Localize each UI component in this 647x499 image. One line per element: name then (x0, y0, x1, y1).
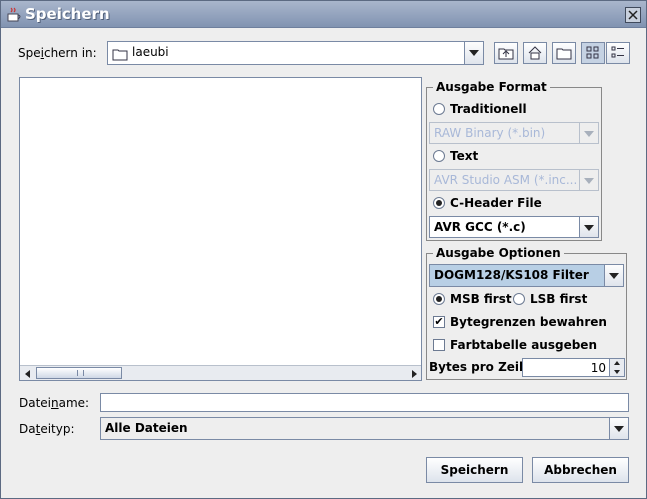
new-folder-icon (556, 48, 572, 60)
output-format-legend: Ausgabe Format (436, 80, 547, 94)
look-in-value: laeubi (132, 45, 169, 59)
bytes-per-line-label: Bytes pro Zeile (429, 360, 532, 374)
format-text-combo: AVR Studio ASM (*.inc... (429, 169, 599, 191)
format-traditionell-combo: RAW Binary (*.bin) (429, 122, 599, 144)
horizontal-scrollbar[interactable] (20, 365, 421, 380)
bytes-per-line-value[interactable]: 10 (591, 361, 606, 375)
checkbox-color-table[interactable]: Farbtabelle ausgeben (433, 338, 597, 352)
radio-indicator[interactable] (433, 103, 445, 115)
file-list[interactable] (19, 77, 422, 381)
radio-indicator[interactable] (433, 293, 445, 305)
bytes-per-line-spinner[interactable]: 10 (522, 358, 625, 377)
new-folder-button[interactable] (552, 42, 576, 64)
filename-input[interactable] (100, 393, 629, 412)
chevron-down-icon[interactable] (579, 217, 598, 237)
radio-c-header[interactable]: C-Header File (433, 196, 542, 210)
output-options-legend: Ausgabe Optionen (436, 246, 561, 260)
radio-indicator[interactable] (513, 293, 525, 305)
chevron-down-icon (579, 123, 598, 143)
filetype-combo[interactable]: Alle Dateien (100, 417, 629, 440)
checkbox-indicator[interactable] (433, 339, 445, 351)
scroll-left-icon[interactable] (25, 370, 30, 378)
filetype-label: Dateityp: (19, 422, 75, 436)
scroll-thumb[interactable] (36, 367, 122, 379)
filter-combo[interactable]: DOGM128/KS108 Filter (429, 264, 624, 287)
radio-lsb-first[interactable]: LSB first (513, 292, 587, 306)
java-cup-icon (7, 7, 21, 22)
title-bar[interactable]: Speichern (1, 1, 646, 28)
chevron-down-icon[interactable] (604, 265, 623, 286)
spinner-arrows-icon[interactable] (609, 359, 624, 376)
chevron-down-icon (579, 170, 598, 190)
scroll-right-icon[interactable] (412, 370, 417, 378)
format-c-header-combo[interactable]: AVR GCC (*.c) (429, 216, 599, 238)
save-button[interactable]: Speichern (426, 457, 523, 483)
list-view-icon (586, 46, 599, 59)
list-view-button[interactable] (581, 42, 605, 64)
close-button[interactable] (625, 7, 641, 23)
up-folder-icon (498, 48, 514, 60)
look-in-label: Speichern in: (18, 46, 97, 60)
window-title: Speichern (25, 5, 110, 23)
chevron-down-icon[interactable] (464, 42, 483, 64)
checkbox-keep-byte-bounds[interactable]: ✔ Bytegrenzen bewahren (433, 315, 607, 329)
look-in-combo[interactable]: laeubi (107, 41, 484, 65)
details-view-button[interactable] (606, 42, 630, 64)
radio-msb-first[interactable]: MSB first (433, 292, 512, 306)
save-dialog: Speichern Speichern in: laeubi Ausgabe F… (0, 0, 647, 499)
filename-label: Dateiname: (19, 396, 90, 410)
details-view-icon (611, 46, 624, 58)
home-icon (528, 46, 542, 60)
radio-text[interactable]: Text (433, 149, 478, 163)
up-one-level-button[interactable] (494, 42, 518, 64)
cancel-button[interactable]: Abbrechen (532, 457, 629, 483)
checkbox-indicator[interactable]: ✔ (433, 316, 445, 328)
home-button[interactable] (523, 42, 547, 64)
radio-traditionell[interactable]: Traditionell (433, 102, 527, 116)
folder-icon (112, 49, 128, 61)
chevron-down-icon[interactable] (609, 418, 628, 439)
radio-indicator[interactable] (433, 197, 445, 209)
radio-indicator[interactable] (433, 150, 445, 162)
close-icon (628, 10, 638, 20)
